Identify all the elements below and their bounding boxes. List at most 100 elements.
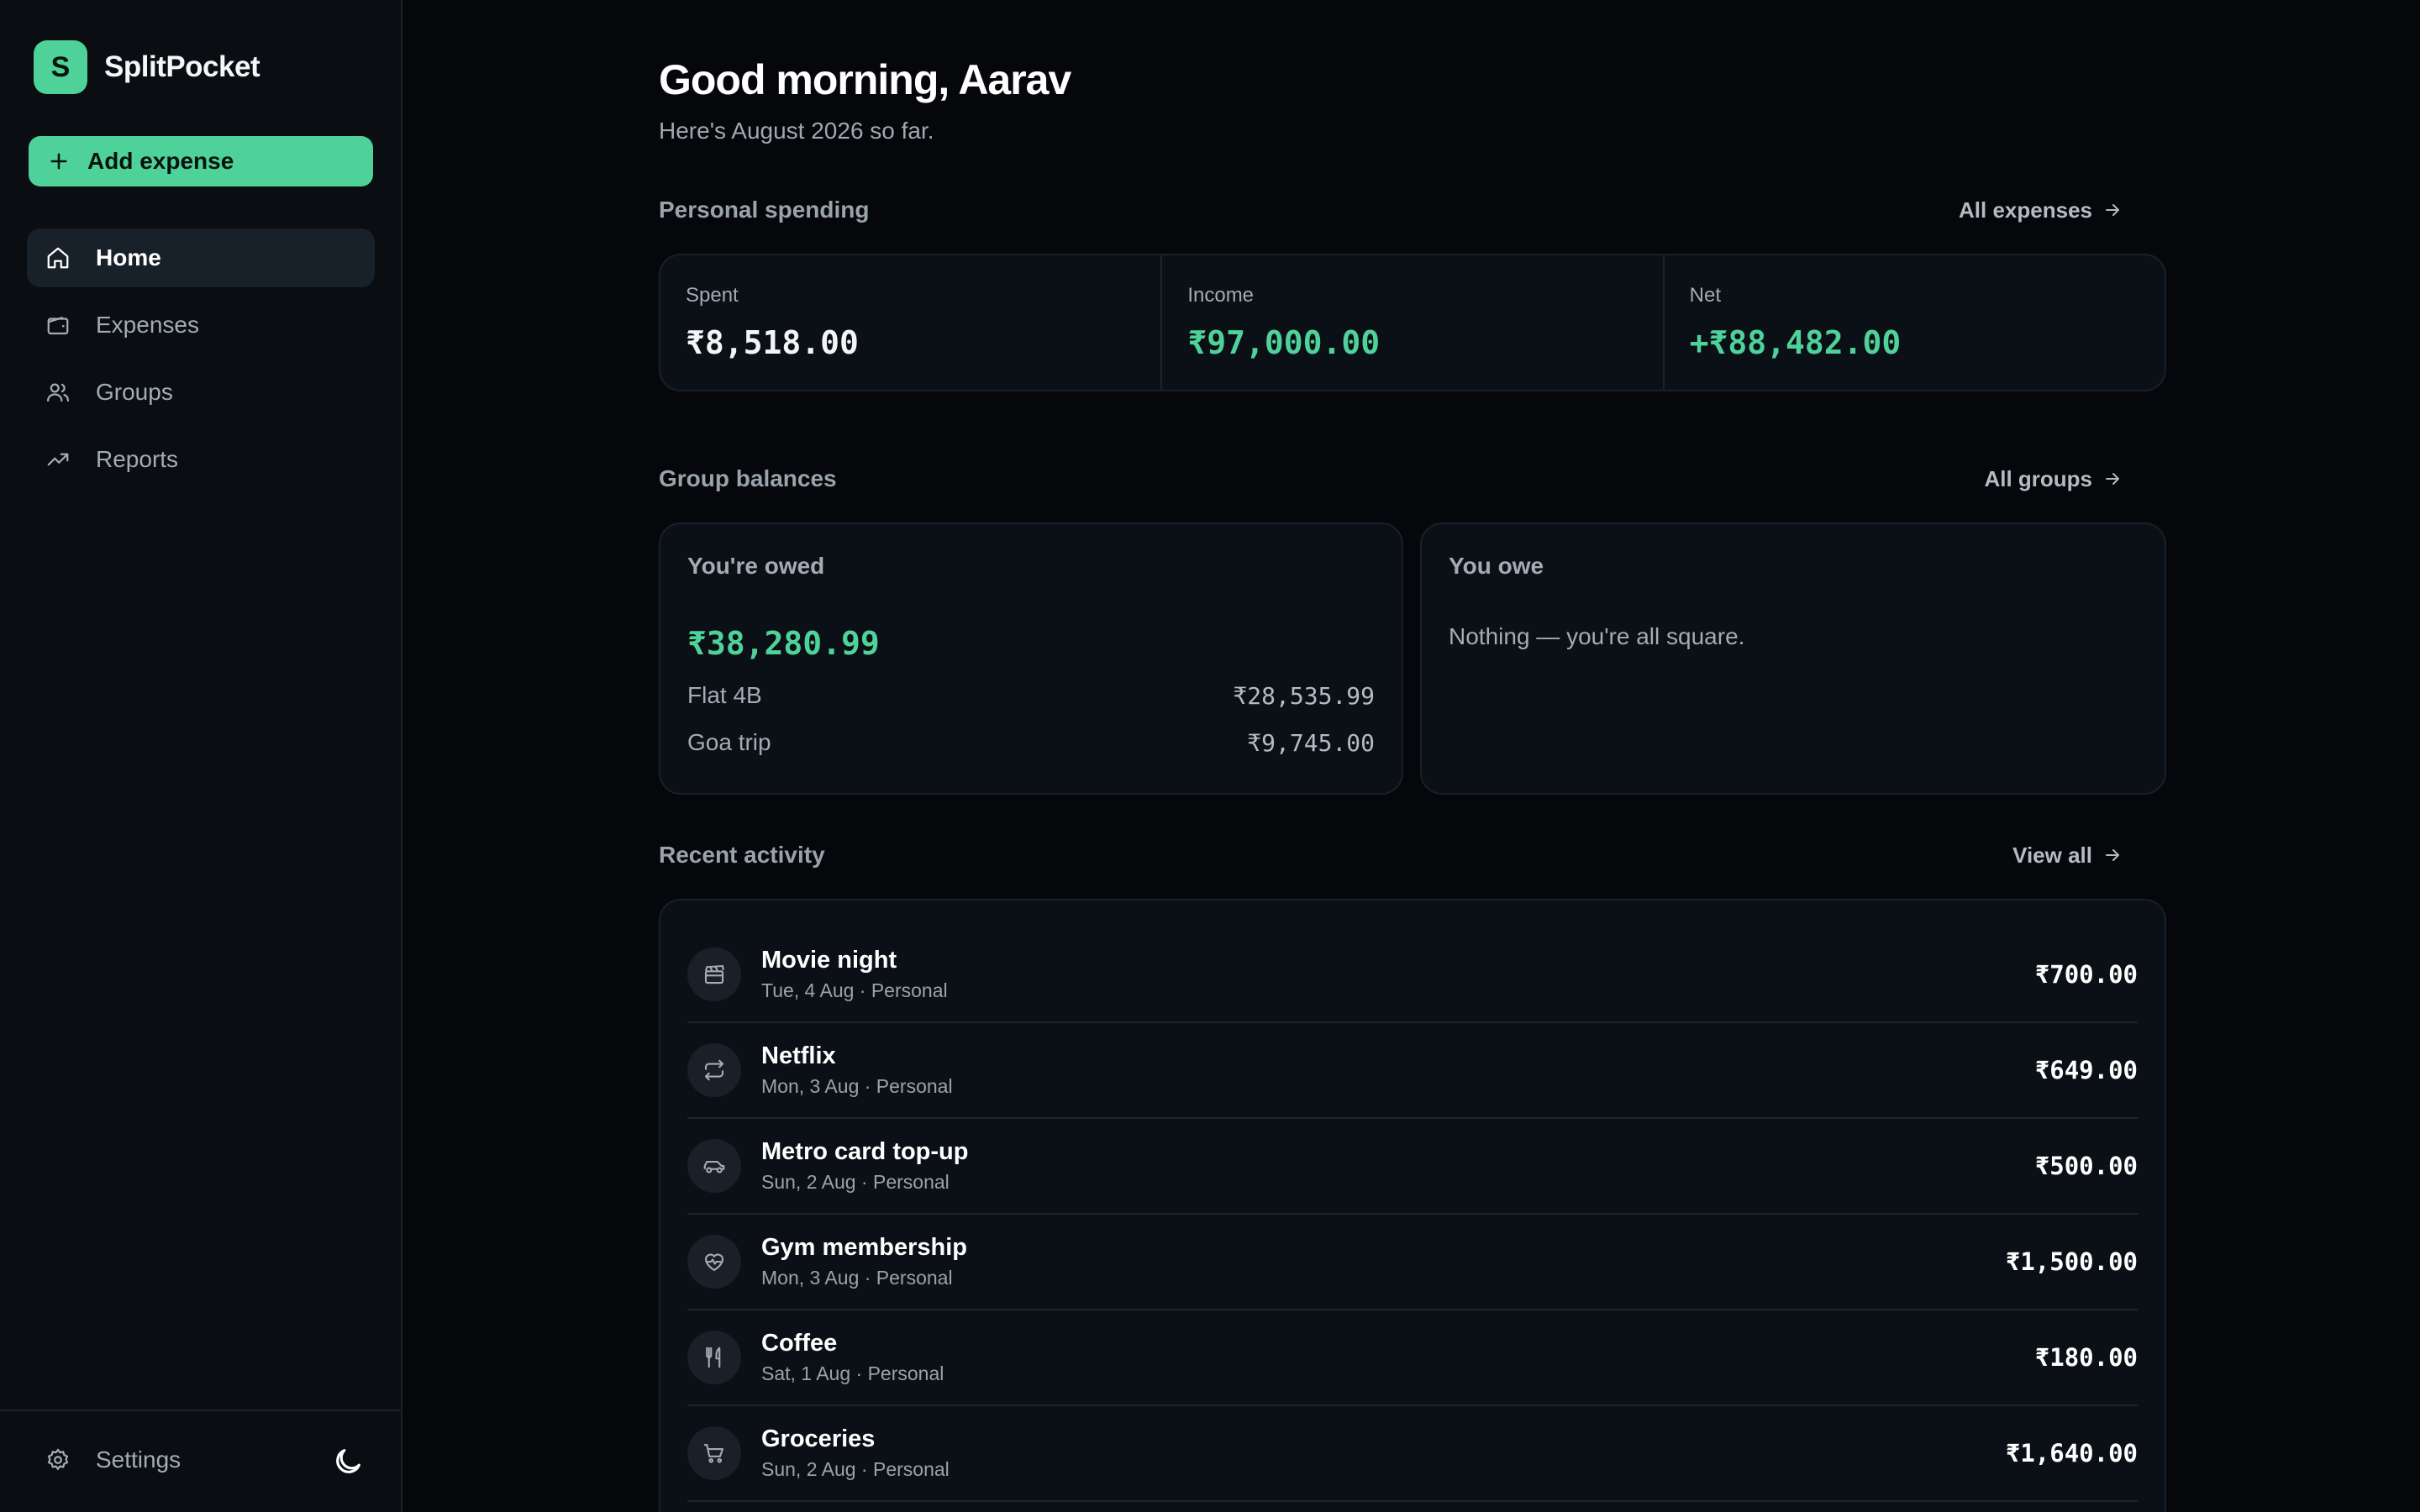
section-title: Recent activity [659,842,825,868]
card-title: You're owed [687,553,825,579]
trending-up-icon [47,453,69,466]
activity-name: Metro card top-up [761,1138,969,1165]
youre-owed-card: You're owed ₹38,280.99 Flat 4B ₹28,535.9… [659,522,1403,795]
activity-name: Gym membership [761,1234,967,1261]
personal-spending-card: Spent ₹8,518.00 Income ₹97,000.00 Net +₹… [659,254,2166,391]
owed-row[interactable]: Flat 4B ₹28,535.99 [687,672,1375,719]
stat-label: Income [1187,284,1255,307]
cart-icon [703,1443,724,1463]
activity-icon-wrap [687,948,741,1001]
sidebar-item-expenses[interactable]: Expenses [27,296,375,354]
group-amount: ₹9,745.00 [1247,728,1375,757]
list-item[interactable]: Groceries Sun, 2 Aug · Personal ₹1,640.0… [687,1406,2138,1502]
list-item[interactable]: Coffee Sat, 1 Aug · Personal ₹180.00 [687,1310,2138,1406]
view-all-link[interactable]: View all [2012,843,2123,869]
plus-icon [50,153,67,170]
sidebar-item-reports[interactable]: Reports [27,430,375,489]
stat-label: Spent [686,284,739,307]
add-expense-button[interactable]: Add expense [29,136,373,186]
car-icon [703,1160,725,1173]
activity-text: Netflix Mon, 3 Aug · Personal [761,1042,2035,1098]
stat-value: ₹97,000.00 [1187,324,1381,361]
arrow-right-icon [2106,204,2119,216]
recent-activity-header: Recent activity View all [659,838,2144,872]
all-expenses-link[interactable]: All expenses [1959,197,2123,223]
group-name: Flat 4B [687,682,762,708]
sidebar-item-label: Home [96,244,161,270]
empty-state: Nothing — you're all square. [1449,623,1745,649]
page-subtitle: Here's August 2026 so far. [659,118,934,144]
activity-amount: ₹1,640.00 [2005,1439,2138,1467]
sidebar-item-label: Reports [96,446,179,472]
list-item[interactable]: Metro card top-up Sun, 2 Aug · Personal … [687,1119,2138,1215]
all-groups-link[interactable]: All groups [1984,466,2123,492]
owed-list: Flat 4B ₹28,535.99 Goa trip ₹9,745.00 [687,672,1375,766]
activity-list: Movie night Tue, 4 Aug · Personal ₹700.0… [687,900,2138,1502]
stat-net: Net +₹88,482.00 [1665,255,2165,390]
activity-text: Coffee Sat, 1 Aug · Personal [761,1330,2035,1385]
stat-value: +₹88,482.00 [1689,324,1902,361]
sidebar-item-groups[interactable]: Groups [27,363,375,422]
link-label: All groups [1984,465,2092,491]
activity-meta: Mon, 3 Aug · Personal [761,1267,953,1289]
arrow-right-icon [2106,849,2119,861]
clapperboard-icon [704,964,724,984]
list-item[interactable]: Gym membership Mon, 3 Aug · Personal ₹1,… [687,1215,2138,1310]
theme-toggle-button[interactable] [331,1445,365,1478]
stat-spent: Spent ₹8,518.00 [660,255,1163,390]
activity-meta: Mon, 3 Aug · Personal [761,1075,953,1097]
heart-pulse-icon [704,1253,724,1272]
owed-total: ₹38,280.99 [687,625,880,662]
add-expense-label: Add expense [87,148,234,174]
activity-name: Movie night [761,947,897,974]
sidebar-item-home[interactable]: Home [27,228,375,287]
section-title: Personal spending [659,197,870,223]
arrow-right-icon [2106,473,2119,485]
sidebar-item-label: Expenses [96,312,199,338]
activity-name: Groceries [761,1425,876,1452]
moon-icon [336,1449,360,1473]
section-title: Group balances [659,465,837,491]
activity-icon-wrap [687,1139,741,1193]
sidebar-footer: Settings [0,1410,401,1512]
repeat-icon [704,1059,724,1081]
activity-meta: Sun, 2 Aug · Personal [761,1458,950,1480]
activity-amount: ₹180.00 [2034,1343,2138,1372]
stat-value: ₹8,518.00 [686,324,859,361]
settings-button[interactable]: Settings [45,1446,181,1473]
activity-meta: Tue, 4 Aug · Personal [761,979,948,1001]
gear-icon [47,1448,69,1471]
brand-logo: S [34,40,87,94]
activity-icon-wrap [687,1043,741,1097]
activity-meta: Sat, 1 Aug · Personal [761,1362,944,1384]
activity-text: Movie night Tue, 4 Aug · Personal [761,947,2035,1002]
sidebar-item-label: Groups [96,379,173,405]
owed-row[interactable]: Goa trip ₹9,745.00 [687,719,1375,766]
activity-icon-wrap [687,1426,741,1480]
group-amount: ₹28,535.99 [1233,681,1375,710]
activity-amount: ₹500.00 [2034,1152,2138,1180]
list-item[interactable]: Netflix Mon, 3 Aug · Personal ₹649.00 [687,1023,2138,1119]
page-title: Good morning, Aarav [659,56,1071,103]
brand[interactable]: S SplitPocket [34,40,260,94]
stat-income: Income ₹97,000.00 [1162,255,1665,390]
sidebar-nav: Home Expenses Groups Reports [27,228,375,497]
group-name: Goa trip [687,729,771,755]
activity-amount: ₹700.00 [2034,960,2138,989]
activity-amount: ₹649.00 [2034,1056,2138,1084]
activity-amount: ₹1,500.00 [2005,1247,2138,1276]
activity-icon-wrap [687,1331,741,1384]
stat-label: Net [1689,284,1722,307]
activity-text: Gym membership Mon, 3 Aug · Personal [761,1234,2006,1289]
link-label: All expenses [1959,197,2092,223]
wallet-icon [47,317,69,335]
activity-name: Coffee [761,1330,838,1357]
activity-icon-wrap [687,1235,741,1289]
list-item[interactable]: Movie night Tue, 4 Aug · Personal ₹700.0… [687,927,2138,1023]
activity-text: Groceries Sun, 2 Aug · Personal [761,1425,2006,1481]
sidebar: S SplitPocket Add expense Home Expenses … [0,0,402,1512]
you-owe-card: You owe Nothing — you're all square. [1420,522,2166,795]
activity-meta: Sun, 2 Aug · Personal [761,1171,950,1193]
link-label: View all [2012,842,2092,868]
card-title: You owe [1449,553,1544,579]
